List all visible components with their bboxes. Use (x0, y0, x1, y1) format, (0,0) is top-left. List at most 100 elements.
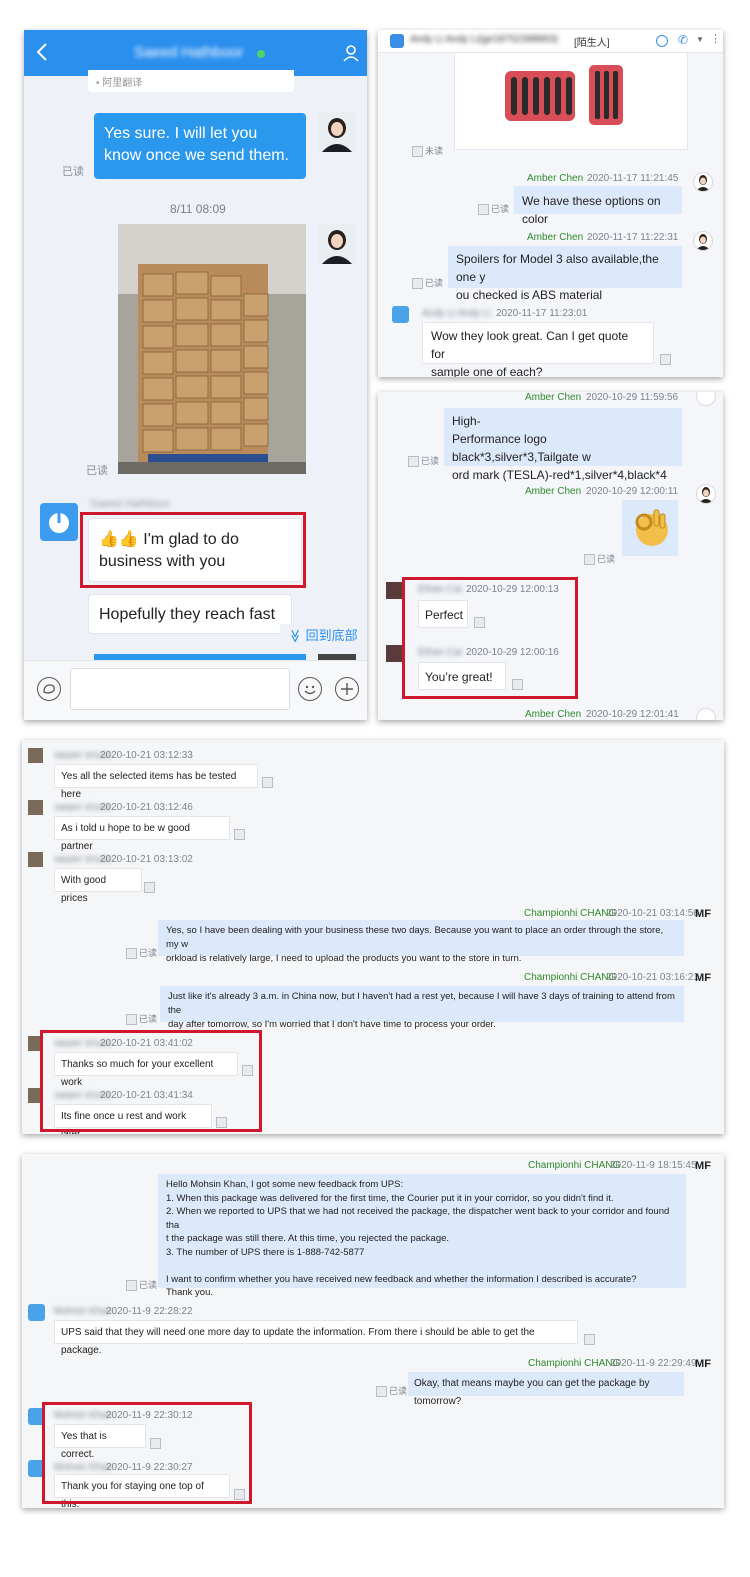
message-bubble[interactable]: Just like it's already 3 a.m. in China n… (160, 986, 684, 1030)
contact-avatar[interactable] (392, 306, 409, 323)
company-logo: MF (695, 1358, 711, 1370)
read-status: 已读 (408, 454, 439, 468)
message-bubble[interactable]: We have these options on color (514, 186, 682, 226)
back-arrow-icon[interactable] (32, 40, 52, 64)
message-bubble[interactable]: Wow they look great. Can I get quote for… (422, 322, 654, 377)
sender-name: Amber Chen (525, 392, 582, 403)
company-logo: MF (695, 908, 711, 920)
dropdown-icon[interactable]: ▼ (696, 35, 704, 44)
sender-name: Andy Li Andy Li (422, 308, 491, 319)
message-bubble[interactable]: High- Performance logo black*3,silver*3,… (444, 408, 682, 482)
message-text: Yes all the selected items has be tested… (61, 771, 237, 800)
avatar[interactable] (696, 708, 716, 720)
timestamp: 2020-11-9 22:28:22 (106, 1306, 193, 1317)
action-icon[interactable] (584, 1334, 595, 1345)
ok-hand-sticker[interactable] (622, 500, 678, 556)
timestamp: 2020-10-29 12:00:11 (586, 486, 679, 497)
timestamp: 2020-10-21 03:13:02 (100, 854, 193, 865)
emoji-icon[interactable] (298, 677, 322, 701)
translate-note: • 阿里翻译 (96, 78, 143, 89)
message-text: Just like it's already 3 a.m. in China n… (168, 991, 675, 1016)
sender-name: Championhi CHANG (524, 908, 617, 919)
sender-name: Saeed Hathboor (90, 498, 171, 510)
message-bubble[interactable]: Hello Mohsin Khan, I got some new feedba… (158, 1174, 686, 1298)
contact-avatar[interactable] (28, 748, 43, 763)
read-status: 已读 (412, 276, 443, 290)
photo-message[interactable] (118, 224, 306, 474)
stranger-tag: [陌生人] (574, 38, 610, 49)
desktop-chat-panel-ups: Championhi CHANG 2020-11-9 18:15:45 MF H… (22, 1154, 724, 1508)
avatar[interactable] (696, 484, 716, 504)
contact-avatar[interactable] (386, 582, 403, 599)
contact-avatar[interactable] (40, 503, 78, 541)
message-bubble[interactable]: Okay, that means maybe you can get the p… (408, 1372, 684, 1407)
message-bubble[interactable]: Yes sure. I will let you know once we se… (94, 113, 306, 179)
phone-icon[interactable]: ✆ (678, 33, 688, 47)
message-text: We have these options on color (522, 194, 661, 226)
input-bar (24, 660, 367, 720)
avatar[interactable] (696, 392, 716, 406)
double-chevron-down-icon: ≫ (287, 629, 303, 643)
avatar[interactable] (693, 172, 713, 192)
read-status: 已读 (62, 166, 84, 178)
read-status: 已读 (376, 1384, 407, 1398)
product-image[interactable] (454, 52, 688, 150)
contact-avatar[interactable] (28, 852, 43, 867)
message-text: Performance logo black*3,silver*3,Tailga… (452, 432, 591, 464)
timestamp: 2020-10-29 11:59:56 (586, 392, 679, 403)
back-to-bottom-button[interactable]: ≫ 回到底部 (280, 624, 367, 648)
read-status: 已读 (126, 1278, 157, 1292)
mobile-chat-panel: Saeed Hathboor • 阿里翻译 已读 Yes sure. I wil… (24, 30, 367, 720)
timestamp: 2020-10-21 03:14:56 (606, 908, 699, 919)
read-status: 已读 (126, 1012, 157, 1026)
message-bubble[interactable]: Yes all the selected items has be tested… (54, 764, 258, 800)
message-bubble[interactable]: With good prices (54, 868, 142, 904)
more-icon[interactable]: ⋮ (710, 32, 721, 45)
timestamp: 2020-10-21 03:16:21 (606, 972, 699, 983)
message-text: Thank you. (166, 1287, 213, 1298)
avatar[interactable] (693, 231, 713, 251)
message-text: sample one of each? (431, 365, 543, 377)
message-text: Wow they look great. Can I get quote for (431, 329, 629, 361)
message-text: Hopefully they reach fast (99, 606, 276, 623)
message-bubble[interactable]: Hopefully they reach fast (88, 594, 292, 634)
desktop-chat-panel-partner: sarper erusa 2020-10-21 03:12:33 Yes all… (22, 740, 724, 1134)
message-text: Okay, that means maybe you can get the p… (414, 1378, 650, 1407)
sender-name: Amber Chen (525, 709, 582, 720)
add-icon[interactable] (335, 677, 359, 701)
contact-name: Saeed Hathboor (134, 44, 244, 61)
contact-avatar[interactable] (386, 645, 403, 662)
message-text: Yes, so I have been dealing with your bu… (166, 925, 664, 950)
highlight-box (402, 577, 578, 699)
action-icon[interactable] (144, 882, 155, 893)
read-status: 已读 (86, 465, 108, 477)
sender-name: Amber Chen (527, 173, 584, 184)
sender-name: Championhi CHANG (524, 972, 617, 983)
company-logo: MF (695, 1160, 711, 1172)
action-icon[interactable] (262, 777, 273, 788)
profile-icon[interactable] (342, 44, 360, 67)
highlight-box (80, 512, 306, 588)
message-bubble[interactable]: Spoilers for Model 3 also available,the … (448, 246, 682, 302)
action-icon[interactable] (660, 354, 671, 365)
voice-icon[interactable] (37, 677, 61, 701)
message-text: Hello Mohsin Khan, I got some new feedba… (166, 1179, 404, 1190)
message-text: 3. The number of UPS there is 1-888-742-… (166, 1246, 365, 1258)
contact-add-icon[interactable] (656, 35, 668, 47)
online-dot-icon (257, 50, 265, 58)
action-icon[interactable] (234, 829, 245, 840)
message-input[interactable] (70, 668, 290, 710)
contact-avatar[interactable] (28, 800, 43, 815)
chat-header: Andy Li Andy Li(ge18752398863) [陌生人] ✆ ▼… (378, 30, 723, 53)
contact-avatar[interactable] (28, 1304, 45, 1321)
avatar[interactable] (318, 112, 356, 152)
message-text: Spoilers for Model 3 also available,the … (456, 252, 659, 284)
message-bubble[interactable]: As i told u hope to be w good partner (54, 816, 230, 852)
sender-name: Amber Chen (525, 486, 582, 497)
message-bubble[interactable]: UPS said that they will need one more da… (54, 1320, 578, 1356)
avatar[interactable] (318, 224, 356, 264)
highlight-box (40, 1030, 262, 1132)
desktop-chat-panel-logos: Amber Chen 2020-10-29 11:59:56 High- Per… (378, 392, 723, 720)
message-bubble[interactable]: Yes, so I have been dealing with your bu… (158, 920, 684, 964)
